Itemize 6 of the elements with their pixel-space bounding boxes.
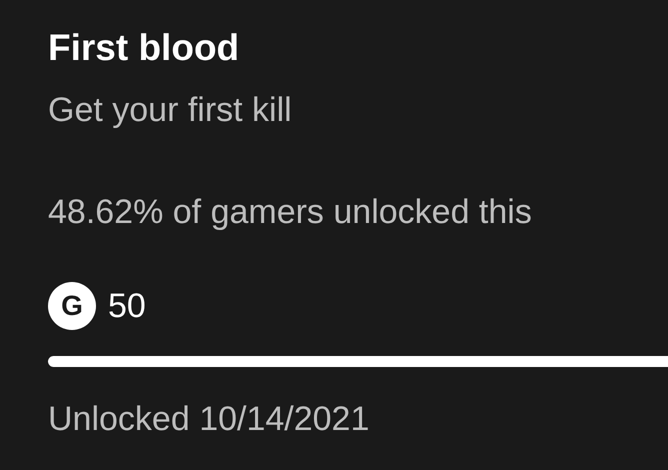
rarity-text: 48.62% of gamers unlocked this bbox=[48, 192, 532, 233]
gamerscore-badge: G bbox=[48, 282, 96, 330]
unlocked-date: Unlocked 10/14/2021 bbox=[48, 399, 370, 440]
gamerscore-value: 50 bbox=[108, 286, 146, 327]
achievement-title: First blood bbox=[48, 26, 240, 70]
achievement-description: Get your first kill bbox=[48, 90, 292, 131]
